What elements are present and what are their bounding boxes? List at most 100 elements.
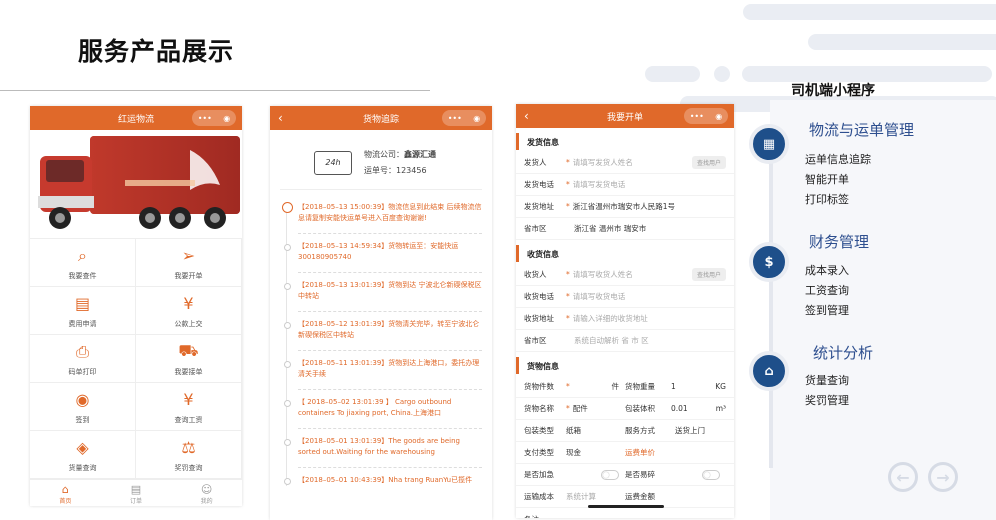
menu-item[interactable]: ➢ 我要开单 [136, 239, 242, 287]
title-divider [0, 90, 430, 91]
field-label: 货物件数 [524, 382, 554, 391]
search-icon: ⌕ [78, 245, 87, 265]
menu-label: 我要查件 [68, 271, 97, 280]
menu-label: 我要开单 [174, 271, 203, 280]
find-user-button[interactable]: 查找用户 [691, 268, 726, 281]
timeline-item: 【2018–05–13 15:00:39】物流信息到此结束 后续物流信息请复制安… [270, 202, 492, 224]
timeline-line [769, 138, 773, 468]
timeline-item: 【2018–05–11 13:01:39】货物到达上海港口，委托办理清关手续 [270, 358, 492, 380]
receiver-region-input[interactable]: 系统自动解析 省 市 区 [574, 335, 649, 346]
menu-item[interactable]: ◈ 货量查询 [30, 431, 136, 479]
menu-label: 公款上交 [174, 319, 203, 328]
menu-item[interactable]: ¥ 查询工资 [136, 383, 242, 431]
service-type-select[interactable]: 送货上门 [675, 425, 705, 436]
sender-name-field[interactable]: 发货人 * 请填写发货人姓名 查找用户 [516, 152, 734, 174]
field-label: 省市区 [524, 336, 547, 345]
sender-region-field[interactable]: 省市区 浙江省 温州市 瑞安市 [516, 218, 734, 240]
field-label: 运输成本 [524, 492, 554, 501]
receiver-address-input[interactable]: 请输入详细的收货地址 [573, 313, 648, 324]
sender-phone-field[interactable]: 发货电话 * 请填写发货电话 [516, 174, 734, 196]
menu-item[interactable]: ⚖ 奖罚查询 [136, 431, 242, 479]
field-label: 收货电话 [524, 292, 554, 301]
sender-phone-input[interactable]: 请填写发货电话 [573, 179, 626, 190]
menu-item[interactable]: ⌕ 我要查件 [30, 239, 136, 287]
truck-banner [30, 130, 242, 238]
transport-cost-input[interactable]: 系统计算 [566, 491, 596, 502]
capsule-menu[interactable]: ••• ◉ [684, 108, 728, 124]
back-icon[interactable]: ‹ [278, 111, 283, 125]
receiver-region-field[interactable]: 省市区 系统自动解析 省 市 区 [516, 330, 734, 352]
receiver-name-field[interactable]: 收货人 * 请填写收货人姓名 查找用户 [516, 264, 734, 286]
company-value: 鑫源汇通 [404, 149, 436, 159]
receiver-address-field[interactable]: 收货地址 * 请输入详细的收货地址 [516, 308, 734, 330]
note-field[interactable]: 备注 [516, 508, 734, 519]
decor-bar [808, 34, 996, 50]
tab-home[interactable]: ⌂ 首页 [59, 483, 71, 505]
receiver-name-input[interactable]: 请填写收货人姓名 [573, 269, 633, 280]
capsule-menu[interactable]: ••• ◉ [192, 110, 236, 126]
timeline-item: 【2018–05–01 13:01:39】The goods are being… [270, 436, 492, 458]
feature-panel: 司机端小程序 ▦ 物流与运单管理 运单信息追踪 智能开单 打印标签 $ 财务管理… [745, 78, 985, 518]
field-label: 收货地址 [524, 314, 554, 323]
unit-label: m³ [715, 404, 726, 413]
nav-bar: 红运物流 ••• ◉ [30, 106, 242, 130]
yen-icon: ¥ [183, 294, 194, 313]
panel-heading: 司机端小程序 [791, 83, 875, 99]
field-label: 发货电话 [524, 180, 554, 189]
next-arrow-icon[interactable]: → [928, 462, 958, 492]
feature-item: 打印标签 [805, 193, 849, 206]
close-circle-icon[interactable]: ◉ [223, 114, 230, 123]
goods-weight-input[interactable]: 1 [671, 382, 715, 391]
timeline-item: 【2018–05–13 14:59:34】货物转运至：安能快运300180905… [270, 241, 492, 263]
close-circle-icon[interactable]: ◉ [473, 114, 480, 123]
pay-type-select[interactable]: 现金 [566, 447, 581, 458]
fragile-toggle[interactable] [702, 469, 720, 480]
company-card: 24h 物流公司：鑫源汇通 运单号：123456 [280, 136, 482, 190]
menu-item[interactable]: ¥ 公款上交 [136, 287, 242, 335]
nav-bar: ‹ 货物追踪 ••• ◉ [270, 106, 492, 130]
field-label: 货物名称 [524, 404, 554, 413]
back-icon[interactable]: ‹ [524, 109, 529, 123]
menu-item[interactable]: ⛟ 我要接单 [136, 335, 242, 383]
goods-name-input[interactable]: 配件 [573, 403, 588, 414]
menu-item[interactable]: ◉ 签到 [30, 383, 136, 431]
feature-item: 成本录入 [805, 264, 849, 277]
order-icon: ▤ [130, 482, 142, 496]
field-label: 发货人 [524, 158, 547, 167]
printer-icon: ⎙ [76, 341, 89, 361]
field-label: 收货人 [524, 270, 547, 279]
menu-label: 货量查询 [68, 463, 97, 472]
urgent-toggle[interactable] [601, 469, 619, 480]
tab-profile[interactable]: ☺ 我的 [201, 483, 213, 505]
more-icon[interactable]: ••• [690, 112, 704, 121]
menu-grid: ⌕ 我要查件 ➢ 我要开单 ▤ 费用申请 ¥ 公款上交 ⎙ 码单打印 ⛟ 我要接单 ◉ 签到 … [30, 238, 242, 479]
tab-label: 我的 [200, 497, 213, 505]
field-label: 是否加急 [524, 470, 554, 479]
menu-item[interactable]: ▤ 费用申请 [30, 287, 136, 335]
sender-address-input[interactable]: 浙江省温州市瑞安市人民路1号 [573, 201, 675, 212]
group-title: 统计分析 [813, 344, 874, 362]
find-user-button[interactable]: 查找用户 [691, 156, 726, 169]
receiver-phone-field[interactable]: 收货电话 * 请填写收货电话 [516, 286, 734, 308]
more-icon[interactable]: ••• [448, 114, 462, 123]
receiver-phone-input[interactable]: 请填写收货电话 [573, 291, 626, 302]
unit-label: KG [715, 382, 726, 391]
sender-address-field[interactable]: 发货地址 * 浙江省温州市瑞安市人民路1号 [516, 196, 734, 218]
capsule-menu[interactable]: ••• ◉ [442, 110, 486, 126]
prev-arrow-icon[interactable]: ← [888, 462, 918, 492]
menu-item[interactable]: ⎙ 码单打印 [30, 335, 136, 383]
user-icon: ☺ [200, 482, 213, 496]
sender-region-input[interactable]: 浙江省 温州市 瑞安市 [574, 223, 646, 234]
menu-label: 码单打印 [68, 367, 97, 376]
feature-item: 货量查询 [805, 374, 849, 387]
pack-type-select[interactable]: 纸箱 [566, 425, 581, 436]
sender-name-input[interactable]: 请填写发货人姓名 [573, 157, 633, 168]
phone-home: 红运物流 ••• ◉ ⌕ 我要查件 ➢ 我要开单 ▤ 费用申请 ¥ 公款上交 ⎙ 码单打印 … [30, 106, 242, 506]
goods-volume-input[interactable]: 0.01 [671, 404, 716, 413]
decor-bar [645, 66, 700, 82]
money-icon: $ [749, 242, 789, 282]
tab-order[interactable]: ▤ 订单 [130, 483, 142, 505]
close-circle-icon[interactable]: ◉ [715, 112, 722, 121]
field-label: 省市区 [524, 224, 547, 233]
more-icon[interactable]: ••• [198, 114, 212, 123]
